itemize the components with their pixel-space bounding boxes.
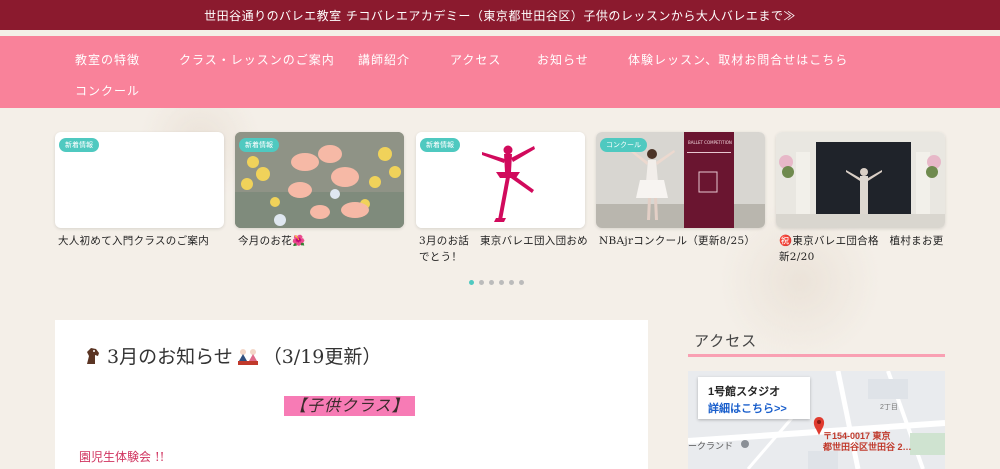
heading-underline xyxy=(688,354,945,357)
nav-item-features[interactable]: 教室の特徴 xyxy=(75,51,140,68)
map-details-link[interactable]: 詳細はこちら>> xyxy=(708,400,787,416)
hina-doll-icon xyxy=(237,348,258,365)
slider-card[interactable]: 新着情報 xyxy=(55,132,224,228)
post-title-date: （3/19更新） xyxy=(262,346,382,368)
sidebar-heading-access: アクセス xyxy=(694,332,758,350)
nav-item-classes[interactable]: クラス・レッスンのご案内 xyxy=(179,51,335,68)
nav-item-access[interactable]: アクセス xyxy=(450,51,501,68)
map-pin-address-line: 都世田谷区世田谷 2… xyxy=(823,442,912,452)
access-map[interactable]: ークランド 2丁目 1号館スタジオ 詳細はこちら>> 〒154-0017 東京 … xyxy=(688,371,945,469)
slider-dot[interactable] xyxy=(469,280,474,285)
post-paragraph: 園児生体験会 !! xyxy=(79,450,165,464)
slider-card[interactable]: 新着情報 xyxy=(416,132,585,228)
map-street-label: 2丁目 xyxy=(880,403,898,411)
nav-item-competition[interactable]: コンクール xyxy=(75,82,140,99)
slider-dot[interactable] xyxy=(499,280,504,285)
map-info-card: 1号館スタジオ 詳細はこちら>> xyxy=(698,377,810,419)
slider-card-caption[interactable]: 3月のお話 東京バレエ団入団おめでとう！ xyxy=(419,233,591,265)
slider-dot[interactable] xyxy=(489,280,494,285)
slider-pagination xyxy=(469,280,524,285)
post-title-text: 3月のお知らせ xyxy=(107,346,233,368)
main-nav: 教室の特徴 クラス・レッスンのご案内 講師紹介 アクセス お知らせ 体験レッスン… xyxy=(0,36,1000,108)
slider-card-caption[interactable]: ㊗️東京バレエ団合格 植村まお更新2/20 xyxy=(779,233,951,265)
slider-card-caption[interactable]: 大人初めて入門クラスのご案内 xyxy=(58,233,230,249)
map-pin-address: 〒154-0017 東京 都世田谷区世田谷 2… xyxy=(823,431,912,453)
slider-card[interactable]: BALLET COMPETITION コンクール xyxy=(596,132,765,228)
map-card-title: 1号館スタジオ xyxy=(708,386,781,398)
map-place-label: ークランド xyxy=(688,441,733,451)
nav-item-instructors[interactable]: 講師紹介 xyxy=(358,51,410,68)
map-pin-address-line: 〒154-0017 東京 xyxy=(823,431,891,441)
slider-card[interactable] xyxy=(776,132,945,228)
slider-dot[interactable] xyxy=(519,280,524,285)
poster-text: BALLET COMPETITION xyxy=(688,140,732,145)
slider-card[interactable]: 新着情報 xyxy=(235,132,404,228)
horse-icon xyxy=(87,347,99,364)
category-badge: 新着情報 xyxy=(420,138,460,152)
category-badge: 新着情報 xyxy=(59,138,99,152)
article-content: 3月のお知らせ （3/19更新） 【子供クラス】 園児生体験会 !! xyxy=(55,320,648,469)
theater-photo xyxy=(776,132,945,228)
category-badge: コンクール xyxy=(600,138,647,152)
category-badge: 新着情報 xyxy=(239,138,279,152)
post-title: 3月のお知らせ （3/19更新） xyxy=(83,342,381,369)
slider-card-caption[interactable]: NBAjrコンクール（更新8/25） xyxy=(599,233,771,249)
slider-card-caption[interactable]: 今月のお花🌺 xyxy=(238,233,410,249)
section-label-kids-class: 【子供クラス】 xyxy=(284,396,415,416)
nav-item-news[interactable]: お知らせ xyxy=(537,51,589,68)
slider-dot[interactable] xyxy=(479,280,484,285)
site-tagline[interactable]: 世田谷通りのバレエ教室 チコバレエアカデミー（東京都世田谷区）子供のレッスンから… xyxy=(204,7,796,24)
nav-item-contact[interactable]: 体験レッスン、取材お問合せはこちら xyxy=(628,51,848,68)
site-tagline-bar[interactable]: 世田谷通りのバレエ教室 チコバレエアカデミー（東京都世田谷区）子供のレッスンから… xyxy=(0,0,1000,30)
slider-dot[interactable] xyxy=(509,280,514,285)
